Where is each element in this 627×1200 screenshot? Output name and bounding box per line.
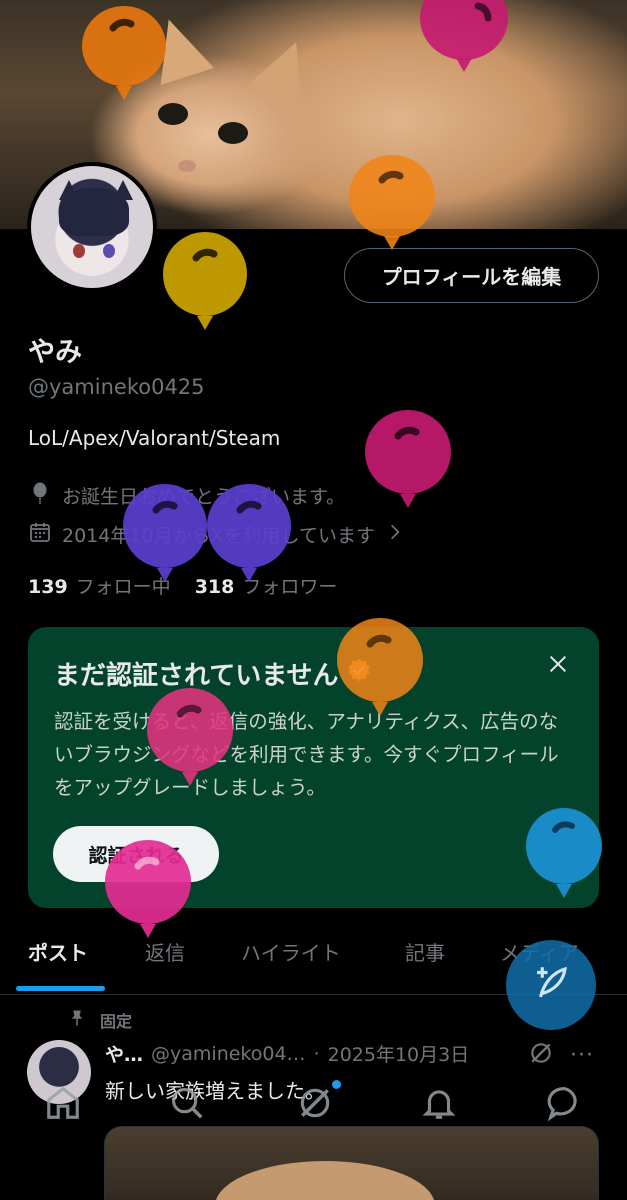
home-icon[interactable] (44, 1084, 82, 1122)
pin-icon (68, 1009, 86, 1031)
bell-icon[interactable] (420, 1084, 458, 1122)
active-tab-indicator (16, 986, 105, 991)
pinned-label-row: 固定 (68, 1008, 132, 1032)
notification-dot (332, 1080, 341, 1089)
post-header: や… @yamineko04… · 2025年10月3日 (105, 1040, 469, 1067)
compose-post-button[interactable] (506, 940, 596, 1030)
chevron-right-icon (385, 522, 405, 547)
joined-row[interactable]: 2014年10月からXを利用しています (28, 520, 405, 549)
tab-replies[interactable]: 返信 (145, 937, 185, 966)
verification-title: まだ認証されていません (54, 655, 372, 692)
post-separator: · (313, 1042, 320, 1065)
post-author-name[interactable]: や… (105, 1040, 143, 1067)
balloon-icon (28, 481, 52, 510)
post-author-handle: @yamineko04… (151, 1042, 306, 1065)
follow-stats: 139 フォロー中 318 フォロワー (28, 572, 337, 599)
following-link[interactable]: 139 フォロー中 (28, 572, 171, 599)
get-verified-button[interactable]: 認証される (53, 826, 219, 882)
verified-badge-icon (346, 657, 372, 690)
balloon-yellow (163, 232, 247, 330)
followers-link[interactable]: 318 フォロワー (195, 572, 338, 599)
search-icon[interactable] (168, 1084, 206, 1122)
birthday-text: お誕生日おめでとうございます。 (62, 486, 346, 508)
tab-articles[interactable]: 記事 (405, 937, 445, 966)
tab-posts[interactable]: ポスト (28, 937, 88, 966)
bottom-nav (0, 1072, 627, 1142)
verification-body: 認証を受けると、返信の強化、アナリティクス、広告のないブラウジングなどを利用でき… (54, 710, 559, 799)
edit-profile-button[interactable]: プロフィールを編集 (344, 248, 599, 303)
post-date[interactable]: 2025年10月3日 (328, 1040, 470, 1067)
profile-name: やみ (28, 337, 82, 368)
more-options-icon[interactable]: ··· (570, 1043, 594, 1068)
profile-handle: @yamineko0425 (28, 375, 205, 399)
birthday-row: お誕生日おめでとうございます。 (28, 481, 345, 510)
tab-highlights[interactable]: ハイライト (241, 937, 341, 966)
message-icon[interactable] (546, 1084, 584, 1122)
close-icon[interactable] (547, 653, 569, 675)
profile-avatar[interactable] (27, 162, 157, 292)
calendar-icon (28, 520, 52, 549)
verification-card: まだ認証されていません 認証を受けると、返信の強化、アナリティクス、広告のないブ… (28, 627, 599, 908)
profile-bio: LoL/Apex/Valorant/Steam (28, 426, 281, 450)
joined-text: 2014年10月からXを利用しています (62, 525, 375, 547)
balloon-magenta-2 (365, 410, 451, 508)
grok-icon[interactable] (528, 1040, 554, 1066)
compose-post-icon (530, 962, 572, 1008)
grok-nav-icon[interactable] (296, 1084, 334, 1122)
